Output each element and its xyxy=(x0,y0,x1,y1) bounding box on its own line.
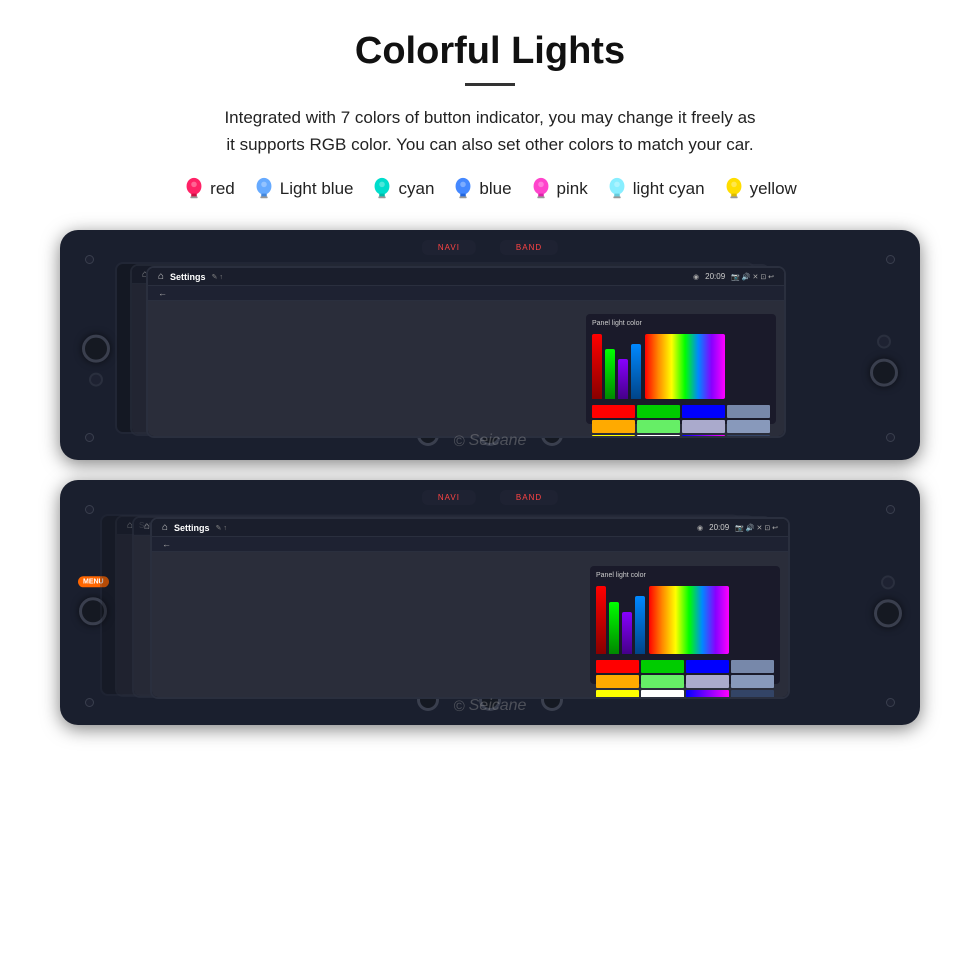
b-screen-layer-1[interactable]: ⌂ Settings ✎ ↑ ◉ 20:09 📷 🔊 ✕ ⊡ ↩ ← xyxy=(150,517,790,699)
bottom-right-knobs xyxy=(874,575,902,627)
page-title: Colorful Lights xyxy=(40,30,940,73)
grid-steelblue xyxy=(727,420,770,433)
right-knobs xyxy=(870,335,898,387)
color-blue: blue xyxy=(452,176,511,202)
color-bars xyxy=(592,334,641,399)
screw-bl xyxy=(85,433,94,442)
cyan-bulb-icon xyxy=(371,176,393,202)
color-pink: pink xyxy=(530,176,588,202)
left-knob-small xyxy=(89,373,103,387)
red-bulb-icon xyxy=(183,176,205,202)
panel-light-section-2: Panel light color xyxy=(590,566,780,684)
bar-red xyxy=(592,334,602,399)
yellow-bulb-icon xyxy=(723,176,745,202)
grid-lavender xyxy=(682,420,725,433)
screw-tr xyxy=(886,255,895,264)
screen-layer-1[interactable]: ⌂ Settings ✎ ↑ ◉ 20:09 📷 🔊 ✕ ⊡ ↩ ← xyxy=(146,266,786,438)
bar-blue2 xyxy=(631,344,641,399)
pink-bulb-icon xyxy=(530,176,552,202)
grid-grey xyxy=(727,405,770,418)
grid-orange xyxy=(592,420,635,433)
grid-lightgreen xyxy=(637,420,680,433)
watermark-top: © Seicane xyxy=(454,432,527,450)
top-buttons-row: NAVI BAND xyxy=(422,240,558,255)
screw-tl xyxy=(85,255,94,264)
device-group-bottom: NAVI BAND MENU xyxy=(40,480,940,725)
back-arrow[interactable]: ← xyxy=(158,288,167,298)
devices-section: NAVI BAND xyxy=(40,230,940,725)
brand-name-bottom: Seicane xyxy=(469,697,527,715)
bar-green xyxy=(605,349,615,399)
bottom-unit-top-buttons: NAVI BAND xyxy=(422,490,558,505)
grid-gradient xyxy=(682,435,725,437)
grid-dark xyxy=(727,435,770,437)
color-light-cyan: light cyan xyxy=(606,176,705,202)
color-light-blue: Light blue xyxy=(253,176,354,202)
color-label-light-cyan: light cyan xyxy=(633,179,705,199)
grid-red xyxy=(592,405,635,418)
title-divider xyxy=(465,83,515,86)
grid-yellow2 xyxy=(592,435,635,437)
grid-green xyxy=(637,405,680,418)
car-unit-top: NAVI BAND xyxy=(60,230,920,460)
right-knob-small xyxy=(877,335,891,349)
screw-br xyxy=(886,433,895,442)
color-yellow: yellow xyxy=(723,176,797,202)
device-group-top: NAVI BAND xyxy=(40,230,940,460)
color-grid-2 xyxy=(596,660,774,698)
color-grid xyxy=(592,405,770,437)
right-knob-main[interactable] xyxy=(870,359,898,387)
panel-title-2: Panel light color xyxy=(596,572,774,579)
color-red: red xyxy=(183,176,235,202)
grid-white xyxy=(637,435,680,437)
band-button[interactable]: BAND xyxy=(500,240,558,255)
band-button-2[interactable]: BAND xyxy=(500,490,558,505)
color-label-blue: blue xyxy=(479,179,511,199)
screw-b-tr xyxy=(886,505,895,514)
rainbow-bar xyxy=(645,334,725,399)
left-knob-main[interactable] xyxy=(82,335,110,363)
color-label-cyan: cyan xyxy=(398,179,434,199)
screen-time: 20:09 xyxy=(705,272,725,281)
color-label-light-blue: Light blue xyxy=(280,179,354,199)
home-icon: ⌂ xyxy=(158,271,164,282)
page-container: Colorful Lights Integrated with 7 colors… xyxy=(0,0,980,755)
light-cyan-bulb-icon xyxy=(606,176,628,202)
bottom-right-knob-main[interactable] xyxy=(874,599,902,627)
brand-name-top: Seicane xyxy=(469,432,527,450)
color-label-red: red xyxy=(210,179,235,199)
color-cyan: cyan xyxy=(371,176,434,202)
screw-b-br xyxy=(886,698,895,707)
color-bars-2 xyxy=(596,586,645,654)
color-label-pink: pink xyxy=(557,179,588,199)
watermark-bottom: © Seicane xyxy=(454,697,527,715)
left-knobs xyxy=(82,335,110,387)
panel-light-section: Panel light color xyxy=(586,314,776,424)
screw-b-tl xyxy=(85,505,94,514)
description-text: Integrated with 7 colors of button indic… xyxy=(40,104,940,158)
colors-row: red Light blue cyan xyxy=(40,176,940,202)
navi-button[interactable]: NAVI xyxy=(422,240,476,255)
settings-title: Settings xyxy=(170,272,206,282)
car-unit-bottom: NAVI BAND MENU xyxy=(60,480,920,725)
right-knob-small-2 xyxy=(881,575,895,589)
screw-b-bl xyxy=(85,698,94,707)
rainbow-2 xyxy=(649,586,729,654)
grid-blue3 xyxy=(682,405,725,418)
screen-time-2: 20:09 xyxy=(709,523,729,532)
home-icon-2: ⌂ xyxy=(162,522,168,533)
color-label-yellow: yellow xyxy=(750,179,797,199)
bar-purple xyxy=(618,359,628,399)
blue-bulb-icon xyxy=(452,176,474,202)
panel-title: Panel light color xyxy=(592,320,770,327)
light-blue-bulb-icon xyxy=(253,176,275,202)
settings-title-2: Settings xyxy=(174,523,210,533)
back-arrow-2[interactable]: ← xyxy=(162,539,171,549)
navi-button-2[interactable]: NAVI xyxy=(422,490,476,505)
